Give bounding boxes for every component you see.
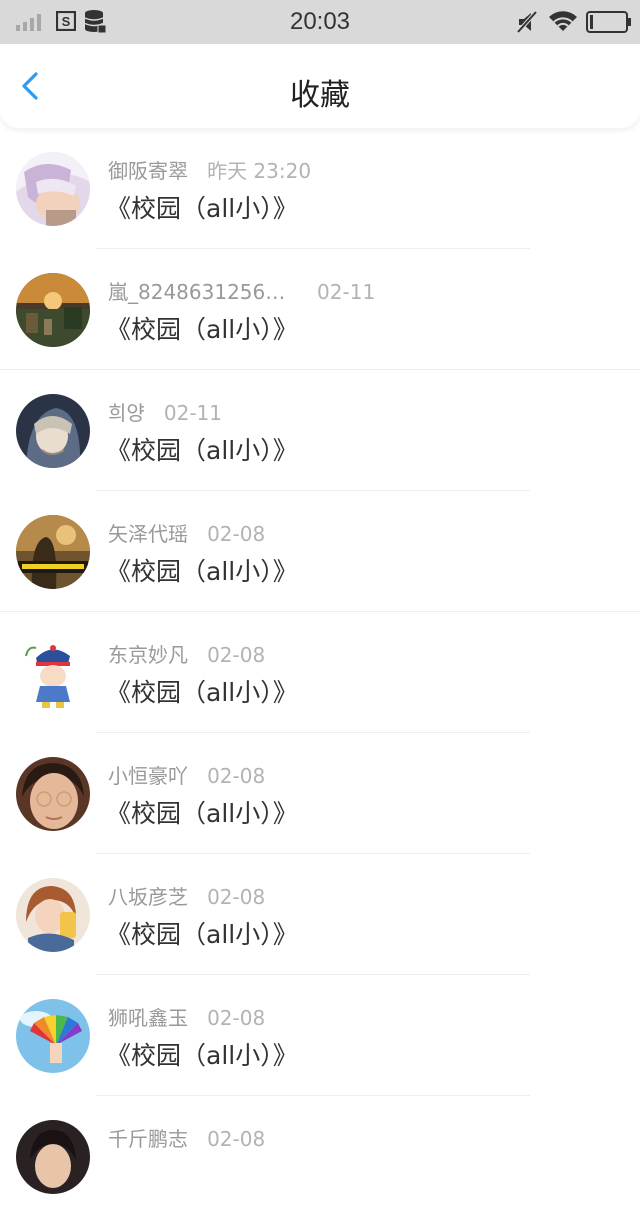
item-meta: 御阪寄翠 昨天 23:20 [108,155,311,184]
user-name[interactable]: 嵐_8248631256… [108,280,285,304]
item-content[interactable]: 《校园（all小）》 [106,552,298,588]
item-meta: 小恒豪吖 02-08 [108,760,265,789]
wifi-icon [549,11,577,31]
avatar[interactable] [16,999,90,1073]
nav-header: 收藏 [0,44,640,128]
user-name[interactable]: 小恒豪吖 [108,764,188,788]
item-content[interactable]: 《校园（all小）》 [106,673,298,709]
avatar[interactable] [16,515,90,589]
timestamp: 02-08 [207,885,266,909]
user-name[interactable]: 千斤鹏志 [108,1127,188,1151]
timestamp: 昨天 23:20 [207,159,312,183]
avatar[interactable] [16,273,90,347]
user-name[interactable]: 矢泽代瑶 [108,522,188,546]
back-button[interactable] [10,66,50,106]
status-time: 20:03 [289,8,351,35]
timestamp: 02-08 [207,764,266,788]
item-content[interactable]: 《校园（all小）》 [106,431,298,467]
user-name[interactable]: 狮吼鑫玉 [108,1006,188,1030]
timestamp: 02-08 [207,522,266,546]
item-meta: 狮吼鑫玉 02-08 [108,1002,265,1031]
avatar[interactable] [16,878,90,952]
list-item[interactable]: 희양 02-11 《校园（all小）》 [0,370,640,491]
timestamp: 02-08 [207,1127,266,1151]
timestamp: 02-08 [207,1006,266,1030]
item-content[interactable]: 《校园（all小）》 [106,915,298,951]
mute-icon [516,10,538,34]
item-meta: 嵐_8248631256… 02-11 [108,276,375,305]
avatar[interactable] [16,1120,90,1194]
item-content[interactable]: 《校园（all小）》 [106,310,298,346]
item-meta: 东京妙凡 02-08 [108,639,265,668]
item-content[interactable]: 《校园（all小）》 [106,794,298,830]
avatar[interactable] [16,152,90,226]
list-item[interactable]: 狮吼鑫玉 02-08 《校园（all小）》 [0,975,640,1096]
user-name[interactable]: 东京妙凡 [108,643,188,667]
list-item[interactable]: 八坂彦芝 02-08 《校园（all小）》 [0,854,640,975]
avatar[interactable] [16,757,90,831]
item-meta: 矢泽代瑶 02-08 [108,518,265,547]
user-name[interactable]: 八坂彦芝 [108,885,188,909]
item-content[interactable]: 《校园（all小）》 [106,189,298,225]
favorites-list: 御阪寄翠 昨天 23:20 《校园（all小）》 嵐_8248631256… 0… [0,128,640,1217]
page-title: 收藏 [290,78,350,113]
timestamp: 02-11 [163,401,223,425]
status-bar: S 20:03 [0,0,640,44]
list-item[interactable]: 千斤鹏志 02-08 [0,1096,640,1217]
list-item[interactable]: 嵐_8248631256… 02-11 《校园（all小）》 [0,249,640,370]
user-name[interactable]: 희양 [108,401,145,425]
item-meta: 千斤鹏志 02-08 [108,1123,265,1152]
item-content[interactable]: 《校园（all小）》 [106,1036,298,1072]
list-item[interactable]: 东京妙凡 02-08 《校园（all小）》 [0,612,640,733]
list-item[interactable]: 小恒豪吖 02-08 《校园（all小）》 [0,733,640,854]
item-meta: 八坂彦芝 02-08 [108,881,265,910]
list-item[interactable]: 御阪寄翠 昨天 23:20 《校园（all小）》 [0,128,640,249]
avatar[interactable] [16,636,90,710]
timestamp: 02-11 [317,280,376,304]
item-meta: 희양 02-11 [108,397,222,426]
chevron-left-icon [22,72,38,100]
timestamp: 02-08 [207,643,266,667]
list-item[interactable]: 矢泽代瑶 02-08 《校园（all小）》 [0,491,640,612]
user-name[interactable]: 御阪寄翠 [108,159,188,183]
avatar[interactable] [16,394,90,468]
battery-icon [586,11,631,33]
